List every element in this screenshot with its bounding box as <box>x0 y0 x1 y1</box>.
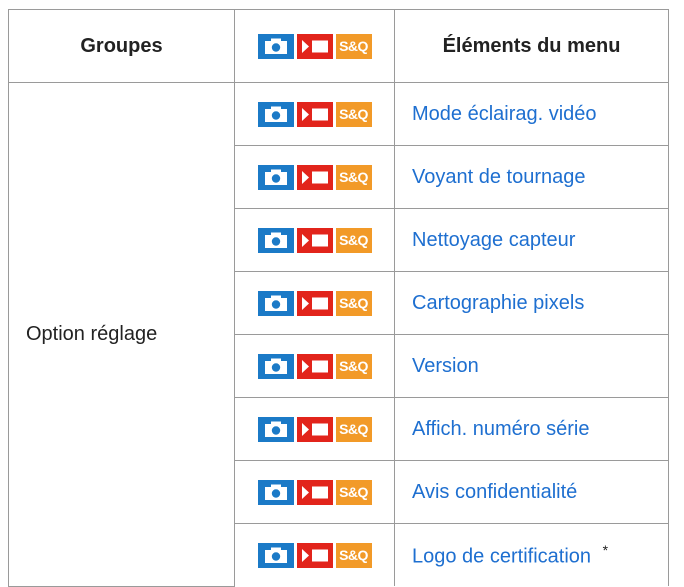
sq-icon: S&Q <box>335 542 372 568</box>
mode-icon-set: S&Q <box>257 290 372 316</box>
sq-icon: S&Q <box>335 416 372 442</box>
camera-icon <box>257 542 294 568</box>
camera-icon <box>257 416 294 442</box>
camera-icon <box>257 33 294 59</box>
sq-icon: S&Q <box>335 353 372 379</box>
mode-icon-set: S&Q <box>257 353 372 379</box>
camera-icon <box>257 479 294 505</box>
mode-icons-cell: S&Q <box>234 208 395 272</box>
mode-icon-set: S&Q <box>257 542 372 568</box>
mode-icons-cell: S&Q <box>234 82 395 146</box>
mode-icons-cell: S&Q <box>234 460 395 524</box>
mode-icons-cell: S&Q <box>234 397 395 461</box>
menu-item-link[interactable]: Mode éclairag. vidéo <box>412 103 597 125</box>
sq-icon: S&Q <box>335 101 372 127</box>
header-row: Groupes S&Q Éléments du menu <box>8 9 669 83</box>
mode-icon-set: S&Q <box>257 479 372 505</box>
sq-icon: S&Q <box>335 479 372 505</box>
mode-icons-cell: S&Q <box>234 334 395 398</box>
sq-icon: S&Q <box>335 33 372 59</box>
table-row-1: Option réglage S&Q Mode éclairag. vidéo <box>8 82 669 587</box>
menu-item-link[interactable]: Cartographie pixels <box>412 292 584 314</box>
movie-icon <box>296 227 333 253</box>
menu-item-cell: Voyant de tournage <box>394 145 669 209</box>
camera-icon <box>257 227 294 253</box>
camera-icon <box>257 290 294 316</box>
menu-item-link[interactable]: Avis confidentialité <box>412 481 577 503</box>
menu-item-cell: Mode éclairag. vidéo <box>394 82 669 146</box>
modes-header: S&Q <box>234 9 395 83</box>
menu-item-link[interactable]: Nettoyage capteur <box>412 229 575 251</box>
menu-item-link[interactable]: Version <box>412 355 479 377</box>
items-header: Éléments du menu <box>394 9 669 83</box>
movie-icon <box>296 353 333 379</box>
menu-item-cell: Cartographie pixels <box>394 271 669 335</box>
menu-item-link[interactable]: Logo de certification <box>412 545 591 567</box>
menu-item-link[interactable]: Voyant de tournage <box>412 166 585 188</box>
mode-icon-set: S&Q <box>257 164 372 190</box>
menu-item-link[interactable]: Affich. numéro série <box>412 418 590 440</box>
mode-icon-set: S&Q <box>257 101 372 127</box>
sq-icon: S&Q <box>335 164 372 190</box>
movie-icon <box>296 290 333 316</box>
movie-icon <box>296 101 333 127</box>
mode-icon-set: S&Q <box>257 416 372 442</box>
menu-item-cell: Affich. numéro série <box>394 397 669 461</box>
group-cell: Option réglage <box>8 82 235 587</box>
movie-icon <box>296 479 333 505</box>
camera-icon <box>257 101 294 127</box>
sq-icon: S&Q <box>335 227 372 253</box>
mode-icons-cell: S&Q <box>234 523 395 586</box>
groups-header: Groupes <box>8 9 235 83</box>
menu-item-cell: Nettoyage capteur <box>394 208 669 272</box>
menu-item-cell: Logo de certification * <box>394 523 669 586</box>
footnote-marker: * <box>602 541 609 558</box>
movie-icon <box>296 164 333 190</box>
mode-icon-set: S&Q <box>257 33 372 59</box>
camera-icon <box>257 164 294 190</box>
sq-icon: S&Q <box>335 290 372 316</box>
movie-icon <box>296 542 333 568</box>
movie-icon <box>296 33 333 59</box>
mode-icon-set: S&Q <box>257 227 372 253</box>
mode-icons-cell: S&Q <box>234 145 395 209</box>
movie-icon <box>296 416 333 442</box>
menu-table: Groupes S&Q Éléments du menu Option régl… <box>8 9 669 587</box>
camera-icon <box>257 353 294 379</box>
menu-item-cell: Avis confidentialité <box>394 460 669 524</box>
menu-item-cell: Version <box>394 334 669 398</box>
mode-icons-cell: S&Q <box>234 271 395 335</box>
